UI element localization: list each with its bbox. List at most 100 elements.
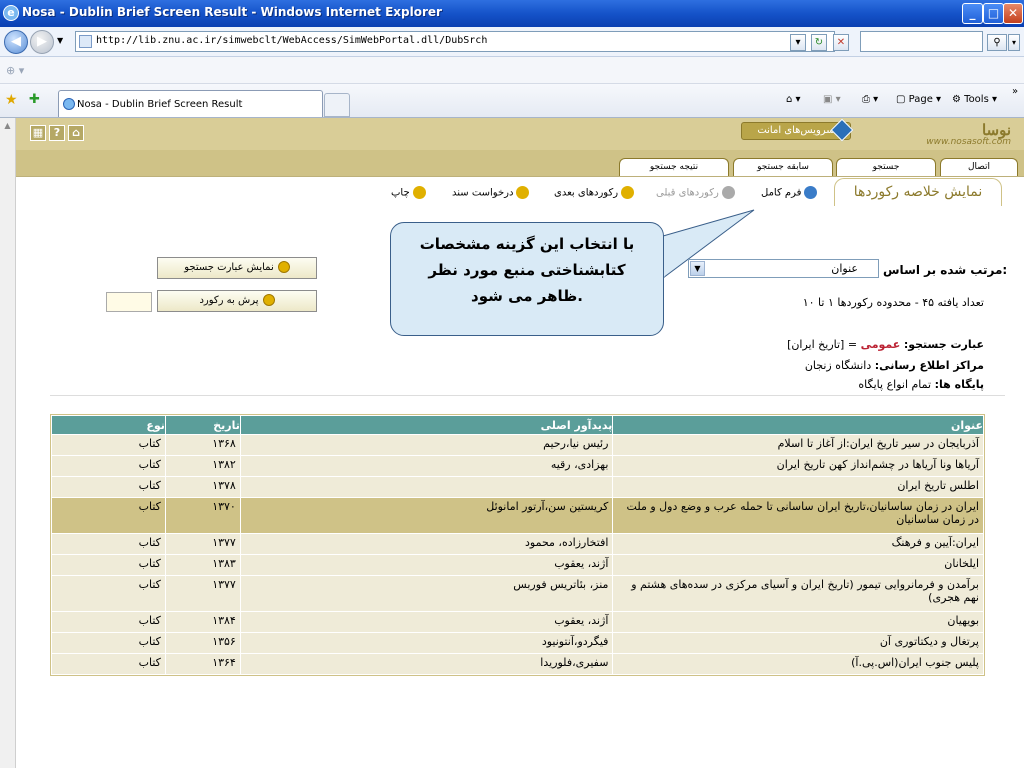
page-content: ▦ ? ⌂ سرویس‌های امانت نوسا www.nosasoft.… xyxy=(16,118,1024,768)
jump-record-input[interactable] xyxy=(106,292,152,312)
sort-dropdown-icon[interactable]: ▼ xyxy=(690,261,705,276)
full-form-label: فرم کامل xyxy=(761,187,802,199)
cell-title[interactable]: آریاها ونا آریاها در چشم‌انداز کهن تاریخ… xyxy=(612,455,984,477)
table-row[interactable]: اطلس تاریخ ایران ۱۳۷۸ کتاب xyxy=(51,476,984,498)
address-field[interactable]: http://lib.znu.ac.ir/simwebclt/WebAccess… xyxy=(75,31,835,52)
tab-history[interactable]: سابقه جستجو xyxy=(733,158,833,177)
refresh-icon[interactable]: ↻ xyxy=(811,34,827,51)
forward-button[interactable]: ▶ xyxy=(30,30,54,54)
query-rest: = [تاریخ ایران] xyxy=(787,338,858,351)
tools-menu-label: Tools xyxy=(964,94,989,105)
address-url: http://lib.znu.ac.ir/simwebclt/WebAccess… xyxy=(96,35,488,46)
cell-title[interactable]: بویهیان xyxy=(612,611,984,633)
results-table: عنوان پدیدآور اصلی تاریخ نوع آذربایجان د… xyxy=(50,414,985,676)
home-page-icon[interactable]: ⌂ xyxy=(68,125,84,141)
bases-value: تمام انواع پایگاه xyxy=(858,378,932,391)
col-date-header[interactable]: تاریخ xyxy=(164,415,241,435)
tab-nosa[interactable]: Nosa - Dublin Brief Screen Result xyxy=(58,90,323,117)
feeds-icon[interactable]: ▣ ▾ xyxy=(823,94,841,105)
address-toolbar: ◀ ▶ ▼ http://lib.znu.ac.ir/simwebclt/Web… xyxy=(0,27,1024,57)
tab-connect-label: اتصال xyxy=(967,162,991,172)
home-icon[interactable]: ⌂ ▾ xyxy=(786,94,801,105)
cell-author: کریستین سن،آرتور امانوئل xyxy=(239,497,614,534)
cell-title[interactable]: ایران:آیین و فرهنگ xyxy=(612,533,984,555)
cell-title[interactable]: آذربایجان در سیر تاریخ ایران:از آغاز تا … xyxy=(612,434,984,456)
favorites-star-icon[interactable]: ★ xyxy=(5,92,18,108)
cell-title[interactable]: پرتغال و دیکتاتوری آن xyxy=(612,632,984,654)
table-row-selected[interactable]: ایران در زمان ساسانیان،تاریخ ایران ساسان… xyxy=(51,497,984,534)
print-button[interactable]: چاپ xyxy=(391,186,426,200)
sort-select[interactable]: ▼ عنوان xyxy=(688,259,879,278)
close-button[interactable]: ✕ xyxy=(1003,3,1023,24)
table-row[interactable]: آریاها ونا آریاها در چشم‌انداز کهن تاریخ… xyxy=(51,455,984,477)
back-button[interactable]: ◀ xyxy=(4,30,28,54)
cell-date: ۱۳۶۴ xyxy=(164,653,241,675)
cell-title[interactable]: اطلس تاریخ ایران xyxy=(612,476,984,498)
cell-type: کتاب xyxy=(51,575,166,612)
cell-type: کتاب xyxy=(51,434,166,456)
col-author-header[interactable]: پدیدآور اصلی xyxy=(239,415,614,435)
cell-author xyxy=(239,476,614,498)
show-query-button[interactable]: نمایش عبارت جستجو xyxy=(157,257,317,279)
add-favorites-icon[interactable]: ✚ xyxy=(29,92,40,107)
cell-title[interactable]: برآمدن و فرمانروایی تیمور (تاریخ ایران و… xyxy=(612,575,984,612)
search-options-icon[interactable]: ▾ xyxy=(1008,34,1020,51)
table-row[interactable]: ایران:آیین و فرهنگ افتخارزاده، محمود ۱۳۷۷ ک… xyxy=(51,533,984,555)
page-menu-label: Page xyxy=(908,94,933,105)
table-row[interactable]: ایلخانان آژند، یعقوب ۱۳۸۳ کتاب xyxy=(51,554,984,576)
query-field: عمومی xyxy=(860,338,901,351)
cell-author: فیگردو،آنتونیود xyxy=(239,632,614,654)
table-row[interactable]: پرتغال و دیکتاتوری آن فیگردو،آنتونیود ۱۳۵۶… xyxy=(51,632,984,654)
tab-results-label: نتیجه جستجو xyxy=(649,162,699,172)
page-menu[interactable]: ▢ Page ▾ xyxy=(896,94,941,105)
tab-connect[interactable]: اتصال xyxy=(940,158,1018,177)
new-tab-button[interactable] xyxy=(324,93,350,117)
cell-date: ۱۳۸۳ xyxy=(164,554,241,576)
centers-value: دانشگاه زنجان xyxy=(804,359,872,372)
table-row[interactable]: برآمدن و فرمانروایی تیمور (تاریخ ایران و… xyxy=(51,575,984,612)
tools-menu[interactable]: ⚙ Tools ▾ xyxy=(952,94,997,105)
chevron-icon[interactable]: » xyxy=(1012,86,1018,97)
cell-type: کتاب xyxy=(51,611,166,633)
full-form-button[interactable]: فرم کامل xyxy=(761,186,818,200)
full-form-icon xyxy=(804,186,818,199)
tab-favicon xyxy=(63,98,75,110)
show-query-icon xyxy=(277,261,290,273)
grid-icon[interactable]: ▦ xyxy=(30,125,46,141)
cell-title[interactable]: پلیس جنوب ایران(اس.پی.آ) xyxy=(612,653,984,675)
scroll-up-icon[interactable]: ▲ xyxy=(2,121,13,132)
cell-date: ۱۳۸۴ xyxy=(164,611,241,633)
search-icon[interactable]: ⚲ xyxy=(987,34,1007,51)
stop-icon[interactable]: ✕ xyxy=(833,34,849,51)
jump-record-label: پرش به رکورد xyxy=(199,295,259,306)
cell-author: منز، بئاتریس فوربس xyxy=(239,575,614,612)
col-type-header[interactable]: نوع xyxy=(51,415,166,435)
table-row[interactable]: بویهیان آژند، یعقوب ۱۳۸۴ کتاب xyxy=(51,611,984,633)
request-doc-button[interactable]: درخواست سند xyxy=(452,186,530,200)
search-input[interactable] xyxy=(860,31,983,52)
request-icon xyxy=(516,186,530,199)
col-title-header[interactable]: عنوان xyxy=(612,415,984,435)
maximize-button[interactable]: □ xyxy=(983,3,1004,24)
tab-row: ★ ✚ Nosa - Dublin Brief Screen Result ⌂ … xyxy=(0,84,1024,118)
cell-title[interactable]: ایلخانان xyxy=(612,554,984,576)
prev-records-label: رکوردهای قبلی xyxy=(656,187,719,199)
help-icon[interactable]: ? xyxy=(49,125,65,141)
history-dropdown-icon[interactable]: ▼ xyxy=(57,36,63,45)
table-row[interactable]: آذربایجان در سیر تاریخ ایران:از آغاز تا … xyxy=(51,434,984,456)
next-records-button[interactable]: رکوردهای بعدی xyxy=(554,186,635,200)
page-tab-title: نمایش خلاصه رکوردها xyxy=(834,178,1002,206)
cell-title[interactable]: ایران در زمان ساسانیان،تاریخ ایران ساسان… xyxy=(612,497,984,534)
jump-record-button[interactable]: پرش به رکورد xyxy=(157,290,317,312)
minimize-button[interactable]: _ xyxy=(962,3,983,24)
tab-search[interactable]: جستجو xyxy=(836,158,936,177)
cell-date: ۱۳۵۶ xyxy=(164,632,241,654)
cell-date: ۱۳۷۰ xyxy=(164,497,241,534)
table-row[interactable]: پلیس جنوب ایران(اس.پی.آ) سفیری،فلوریدا ۱۳۶… xyxy=(51,653,984,675)
tab-results[interactable]: نتیجه جستجو xyxy=(619,158,729,177)
address-dropdown-icon[interactable]: ▾ xyxy=(790,34,806,51)
print-icon[interactable]: ⎙ ▾ xyxy=(862,94,878,105)
links-icon[interactable]: ⊕ ▾ xyxy=(6,64,24,77)
callout-line-3: ظاهر می شود. xyxy=(471,287,583,305)
page-scrollbar[interactable]: ▲ xyxy=(0,118,16,768)
